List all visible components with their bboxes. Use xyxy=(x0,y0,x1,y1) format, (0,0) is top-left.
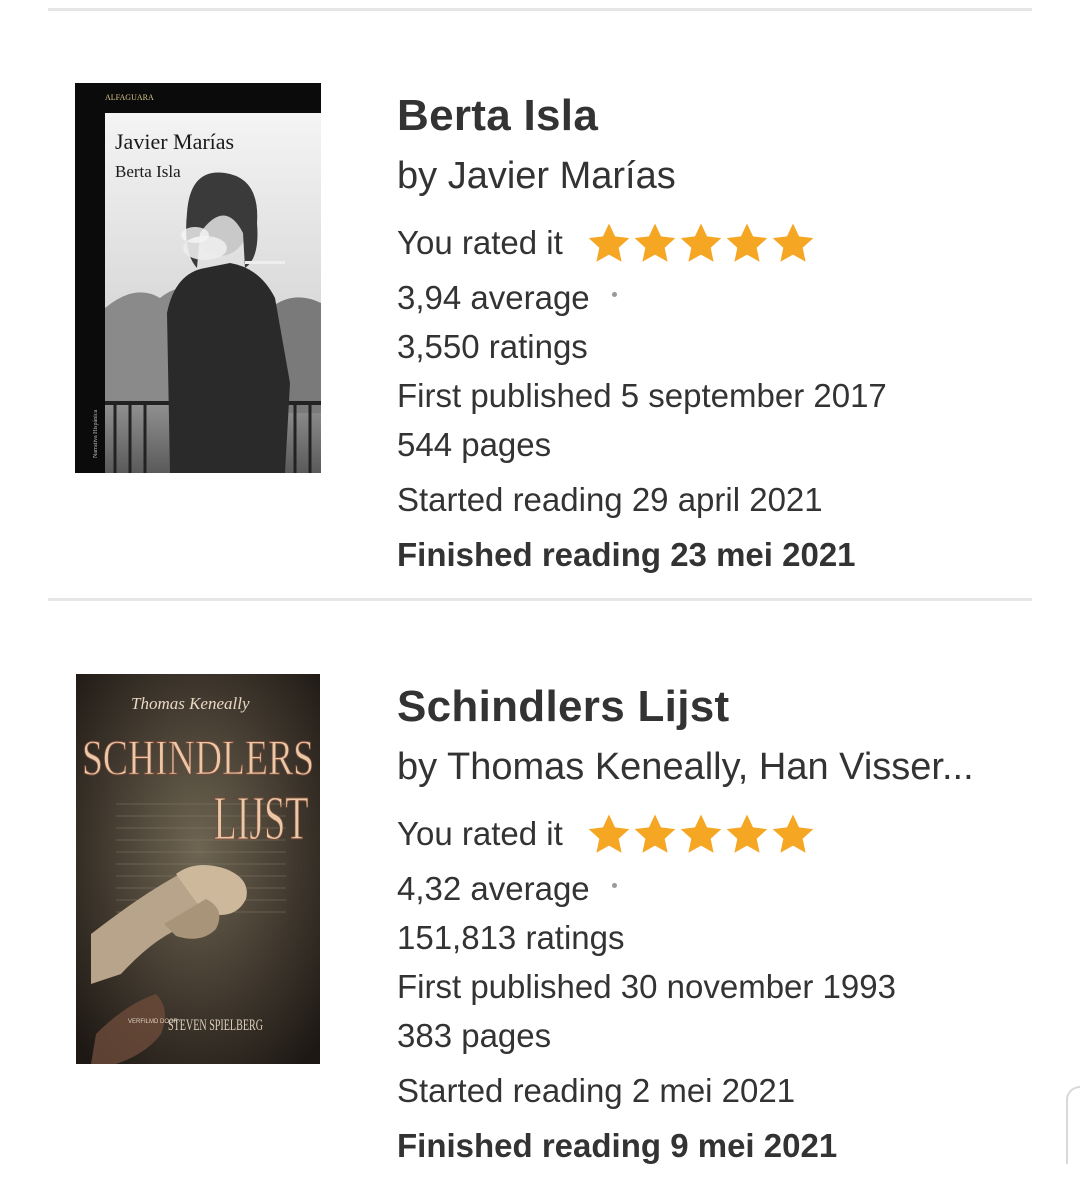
book-item-berta-isla[interactable]: ALFAGUARA Javier Marías Berta Isla Narra… xyxy=(0,83,1080,603)
scrollbar[interactable] xyxy=(1066,1086,1080,1164)
book-cover-schindlers-lijst[interactable]: Thomas Keneally SCHINDLERS LIJST VERFILM… xyxy=(76,674,320,1064)
cover-title-line2: LIJST xyxy=(214,785,309,853)
dot-separator xyxy=(611,291,617,297)
top-divider xyxy=(48,8,1032,11)
star-icon[interactable] xyxy=(725,813,769,855)
star-icon[interactable] xyxy=(633,813,677,855)
finished-reading: Finished reading 23 mei 2021 xyxy=(397,536,856,573)
book-author[interactable]: by Thomas Keneally, Han Visser... xyxy=(397,746,974,789)
star-icon[interactable] xyxy=(587,222,631,264)
star-rating[interactable] xyxy=(587,813,817,855)
first-published: First published 5 september 2017 xyxy=(397,377,887,414)
cover-series: Narrativa Hispánica xyxy=(93,410,99,458)
book-title[interactable]: Schindlers Lijst xyxy=(397,682,729,732)
user-rating-row[interactable]: You rated it xyxy=(397,812,817,856)
average-rating-row: 4,32 average xyxy=(397,870,617,908)
page-count: 383 pages xyxy=(397,1017,552,1054)
star-rating[interactable] xyxy=(587,222,817,264)
first-published: First published 30 november 1993 xyxy=(397,968,896,1005)
user-rating-row[interactable]: You rated it xyxy=(397,221,817,265)
cover-credit: STEVEN SPIELBERG xyxy=(168,1017,263,1034)
star-icon[interactable] xyxy=(725,222,769,264)
started-reading: Started reading 2 mei 2021 xyxy=(397,1072,796,1109)
book-item-schindlers-lijst[interactable]: Thomas Keneally SCHINDLERS LIJST VERFILM… xyxy=(0,674,1080,1194)
average-rating: 3,94 average xyxy=(397,279,590,316)
cover-title: Berta Isla xyxy=(115,162,181,181)
cover-title-line1: SCHINDLERS xyxy=(82,729,314,785)
book-divider xyxy=(48,598,1032,601)
cover-publisher: ALFAGUARA xyxy=(105,93,154,102)
book-cover-berta-isla[interactable]: ALFAGUARA Javier Marías Berta Isla Narra… xyxy=(75,83,321,473)
book-title[interactable]: Berta Isla xyxy=(397,91,598,141)
average-rating-row: 3,94 average xyxy=(397,279,617,317)
star-icon[interactable] xyxy=(633,222,677,264)
book-author[interactable]: by Javier Marías xyxy=(397,155,676,198)
average-rating: 4,32 average xyxy=(397,870,590,907)
dot-separator xyxy=(611,882,617,888)
ratings-count: 3,550 ratings xyxy=(397,328,588,365)
star-icon[interactable] xyxy=(771,222,815,264)
started-reading: Started reading 29 april 2021 xyxy=(397,481,823,518)
rated-label: You rated it xyxy=(397,815,563,852)
finished-reading: Finished reading 9 mei 2021 xyxy=(397,1127,838,1164)
cover-author: Thomas Keneally xyxy=(131,694,250,713)
cover-author: Javier Marías xyxy=(115,129,234,154)
rated-label: You rated it xyxy=(397,224,563,261)
star-icon[interactable] xyxy=(679,222,723,264)
page-count: 544 pages xyxy=(397,426,552,463)
ratings-count: 151,813 ratings xyxy=(397,919,625,956)
star-icon[interactable] xyxy=(771,813,815,855)
star-icon[interactable] xyxy=(679,813,723,855)
star-icon[interactable] xyxy=(587,813,631,855)
